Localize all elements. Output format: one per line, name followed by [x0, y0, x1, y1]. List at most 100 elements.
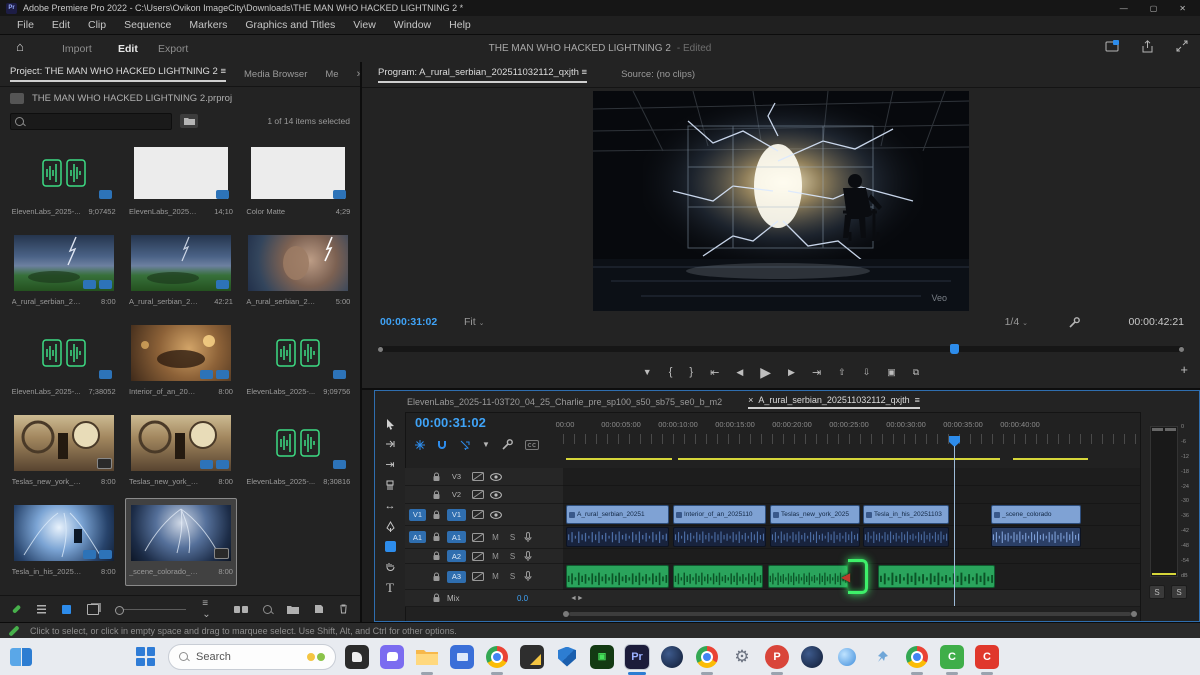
captions-icon[interactable] — [525, 440, 539, 450]
music-clip[interactable] — [673, 565, 763, 588]
premiere-taskbar-icon[interactable]: Pr — [625, 645, 649, 669]
menu-view[interactable]: View — [344, 19, 385, 31]
source-patch-a1[interactable]: A1 — [409, 531, 426, 543]
mark-out-icon[interactable]: } — [689, 366, 693, 378]
linked-selection-icon[interactable] — [459, 440, 470, 450]
chat-app-icon[interactable] — [380, 645, 404, 669]
project-item[interactable]: Tesla_in_his_2025110...8:00 — [8, 498, 119, 586]
lift-icon[interactable]: ⇧ — [838, 367, 846, 378]
audio-clip[interactable] — [770, 527, 860, 547]
maximize-button[interactable]: ▢ — [1150, 4, 1158, 13]
solo-right-button[interactable]: S — [1171, 585, 1187, 599]
project-item[interactable]: Color Matte4;29 — [243, 138, 354, 226]
minimize-button[interactable]: — — [1120, 4, 1128, 13]
camtasia-icon[interactable]: C — [940, 645, 964, 669]
track-lane-v1[interactable]: A_rural_serbian_20251 Interior_of_an_202… — [563, 504, 1141, 526]
project-item[interactable]: Teslas_new_york_202...8:00 — [125, 408, 236, 496]
track-header-a2[interactable]: A2 M S — [405, 549, 563, 564]
project-item[interactable]: ElevenLabs_2025-...8;30816 — [243, 408, 354, 496]
solo-button[interactable]: S — [507, 552, 518, 561]
taskbar-search-input[interactable]: Search — [168, 644, 336, 670]
video-clip[interactable]: Interior_of_an_2025110 — [673, 505, 766, 524]
thumbnail-size-slider[interactable] — [115, 609, 186, 610]
music-clip[interactable] — [566, 565, 669, 588]
hand-tool[interactable] — [385, 561, 395, 571]
goto-in-icon[interactable]: ⇤ — [710, 366, 719, 379]
comparison-view-icon[interactable]: ⧉ — [913, 367, 919, 378]
mic-icon[interactable] — [524, 532, 532, 543]
sync-lock-icon[interactable] — [472, 472, 484, 481]
mark-in-icon[interactable]: { — [669, 366, 673, 378]
mode-edit[interactable]: Edit — [118, 35, 138, 64]
chrome-icon-2[interactable] — [905, 645, 929, 669]
track-header-a3[interactable]: A3 M S — [405, 564, 563, 590]
razor-tool[interactable] — [385, 480, 395, 491]
new-item-icon[interactable] — [314, 604, 324, 614]
track-header-a1[interactable]: A1 A1 M S — [405, 526, 563, 549]
project-item[interactable]: Interior_of_an_202511...8:00 — [125, 318, 236, 406]
search-input[interactable] — [10, 113, 172, 130]
lock-icon[interactable] — [432, 572, 441, 582]
audio-clip[interactable] — [863, 527, 949, 547]
lock-icon[interactable] — [432, 551, 441, 561]
audio-clip-selected[interactable] — [991, 527, 1081, 547]
blue-app-icon[interactable] — [450, 645, 474, 669]
new-bin-icon[interactable] — [287, 605, 299, 614]
lock-icon[interactable] — [432, 593, 441, 603]
dark-orb-app-icon-2[interactable] — [800, 645, 824, 669]
extract-icon[interactable]: ⇩ — [863, 367, 871, 378]
snap-magnet-icon[interactable] — [437, 440, 447, 450]
project-item-selected[interactable]: _scene_colorado_2025...8:00 — [125, 498, 236, 586]
sync-lock-icon[interactable] — [472, 552, 484, 561]
track-header-mix[interactable]: Mix 0.0 ◄► — [405, 590, 1141, 607]
track-lane-a1[interactable] — [563, 526, 1141, 549]
solo-left-button[interactable]: S — [1149, 585, 1165, 599]
timeline-settings-wrench-icon[interactable] — [502, 439, 513, 450]
freeform-view-icon[interactable] — [87, 604, 99, 615]
copilot-icon[interactable] — [835, 645, 859, 669]
automate-sequence-icon[interactable] — [234, 605, 248, 614]
solo-button[interactable]: S — [507, 533, 518, 542]
sync-lock-icon[interactable] — [472, 510, 484, 519]
edit-pencil-icon[interactable] — [12, 604, 22, 614]
project-item[interactable]: ElevenLabs_2025-11-...14;10 — [125, 138, 236, 226]
fullscreen-icon[interactable] — [1176, 40, 1188, 53]
audio-clip[interactable] — [566, 527, 669, 547]
rectangle-tool-active[interactable] — [385, 541, 396, 552]
file-explorer-icon[interactable] — [415, 645, 439, 669]
add-marker-icon[interactable]: ▼ — [643, 367, 652, 377]
icon-view-icon[interactable] — [62, 605, 71, 614]
video-clip[interactable]: Teslas_new_york_2025 — [770, 505, 860, 524]
track-lane-a3[interactable]: ◀ — [563, 564, 1141, 590]
program-playhead[interactable] — [950, 344, 959, 354]
project-item[interactable]: ElevenLabs_2025-...9;07452 — [8, 138, 119, 226]
track-output-eye-icon[interactable] — [490, 473, 502, 481]
menu-clip[interactable]: Clip — [79, 19, 115, 31]
start-button[interactable] — [136, 647, 155, 666]
step-forward-icon[interactable]: ▶ — [788, 367, 795, 378]
settings-wrench-icon[interactable] — [1069, 317, 1080, 328]
windows-security-icon[interactable] — [555, 645, 579, 669]
tab-sequence-2-active[interactable]: × A_rural_serbian_202511032112_qxjth ≡ — [748, 395, 920, 409]
mute-button[interactable]: M — [490, 552, 501, 561]
playback-resolution-dropdown[interactable]: 1/4 ⌄ — [1005, 316, 1028, 328]
notes-app-icon[interactable] — [520, 645, 544, 669]
tab-sequence-1[interactable]: ElevenLabs_2025-11-03T20_04_25_Charlie_p… — [407, 397, 722, 407]
timeline-timecode[interactable]: 00:00:31:02 — [415, 415, 486, 430]
video-clip[interactable]: _scene_colorado — [991, 505, 1081, 524]
source-patch-v1[interactable]: V1 — [409, 509, 426, 521]
play-button[interactable]: ▶ — [760, 364, 771, 381]
type-tool[interactable]: T — [386, 580, 394, 596]
list-view-icon[interactable] — [37, 605, 46, 614]
music-clip[interactable] — [768, 565, 848, 588]
tab-program[interactable]: Program: A_rural_serbian_202511032112_qx… — [378, 67, 587, 83]
pin-tool-icon[interactable] — [870, 645, 894, 669]
trim-in-handle[interactable]: ◀ — [848, 559, 868, 594]
solo-button[interactable]: S — [507, 572, 518, 581]
menu-markers[interactable]: Markers — [180, 19, 236, 31]
red-c-app-icon[interactable]: C — [975, 645, 999, 669]
audio-clip[interactable] — [673, 527, 766, 547]
sort-icon[interactable]: ≡ ⌄ — [202, 598, 218, 620]
keyframe-nav-icon[interactable]: ◄► — [570, 595, 584, 602]
panel-overflow-icon[interactable]: » — [357, 68, 360, 80]
